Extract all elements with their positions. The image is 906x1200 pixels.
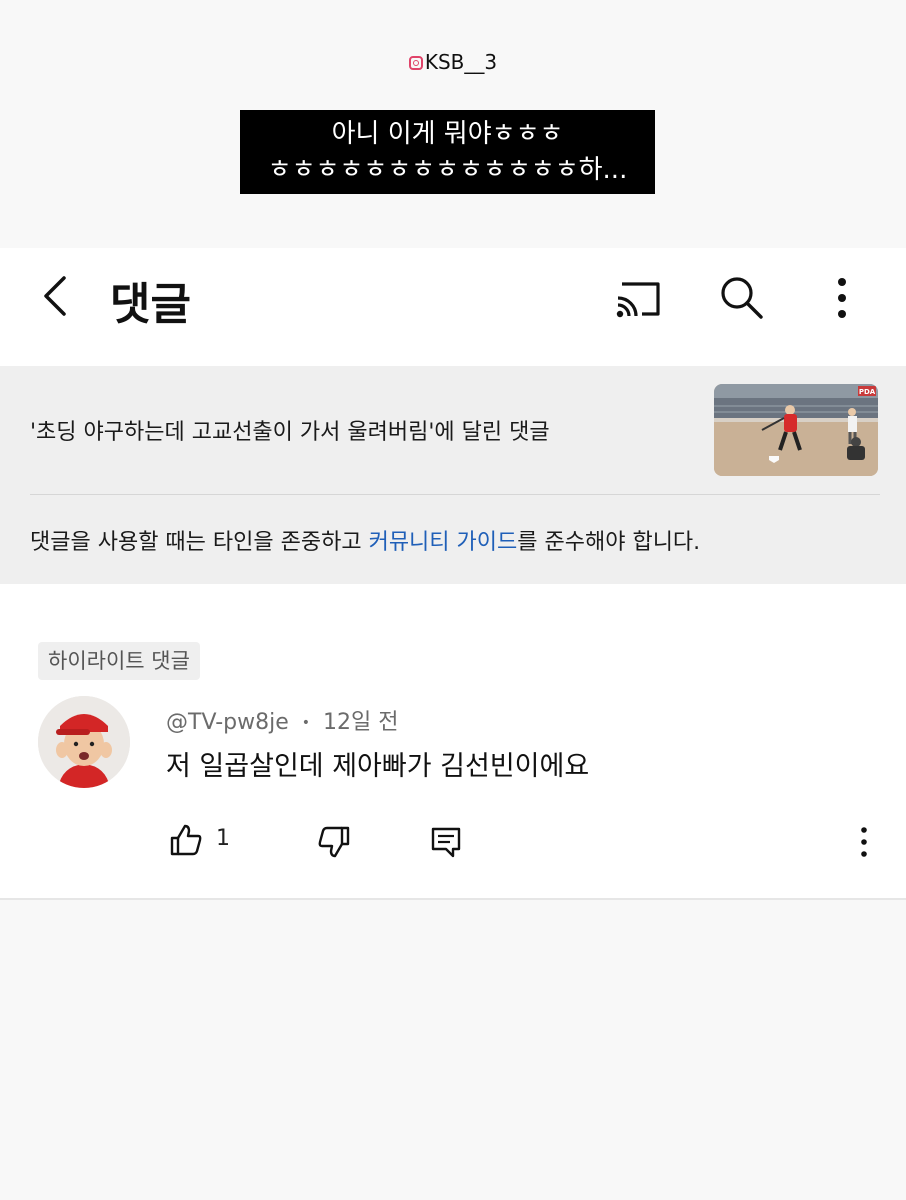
video-info-panel: '초딩 야구하는데 고교선출이 가서 울려버림'에 달린 댓글 PDA 댓글을 …	[0, 366, 906, 584]
video-title-line[interactable]: '초딩 야구하는데 고교선출이 가서 울려버림'에 달린 댓글	[30, 414, 550, 446]
community-guidelines-link[interactable]: 커뮤니티 가이드	[369, 530, 518, 555]
story-handle: KSB__3	[0, 50, 906, 74]
comment-text: 저 일곱살인데 제아빠가 김선빈이에요	[166, 751, 590, 782]
comment-more-icon[interactable]	[846, 822, 882, 862]
guide-prefix: 댓글을 사용할 때는 타인을 존중하고	[30, 530, 369, 555]
comments-screen: 댓글 '초딩 야구하는데 고교선출이 가서 울려버림'에 달린 댓글 PDA 댓…	[0, 248, 906, 900]
caption-line-2: ㅎㅎㅎㅎㅎㅎㅎㅎㅎㅎㅎㅎㅎ하...	[267, 155, 628, 185]
comment-author[interactable]: @TV-pw8je	[166, 710, 289, 735]
bottom-divider	[0, 898, 906, 900]
story-caption: 아니 이게 뭐야ㅎㅎㅎ ㅎㅎㅎㅎㅎㅎㅎㅎㅎㅎㅎㅎㅎ하...	[240, 110, 655, 194]
avatar[interactable]	[38, 696, 130, 788]
video-thumbnail[interactable]: PDA	[714, 384, 878, 476]
thumbnail-badge: PDA	[859, 388, 876, 396]
like-count: 1	[216, 826, 230, 851]
highlighted-comment-badge: 하이라이트 댓글	[38, 642, 200, 680]
caption-line-1: 아니 이게 뭐야ㅎㅎㅎ	[331, 119, 564, 149]
back-icon[interactable]	[34, 272, 82, 320]
cast-icon[interactable]	[612, 272, 664, 324]
top-bar: 댓글	[0, 248, 906, 366]
guide-suffix: 를 준수해야 합니다.	[517, 530, 701, 555]
community-guide-notice: 댓글을 사용할 때는 타인을 존중하고 커뮤니티 가이드를 준수해야 합니다.	[30, 524, 700, 556]
meta-separator: •	[301, 715, 311, 731]
thumb-up-icon	[170, 824, 202, 856]
divider	[30, 494, 880, 495]
comment-list: 하이라이트 댓글 @TV-pw8je • 12일 전 저 일곱살인데 제아빠가 …	[0, 584, 906, 900]
comment-meta: @TV-pw8je • 12일 전	[166, 704, 398, 736]
like-button[interactable]: 1	[168, 822, 258, 862]
more-vert-icon[interactable]	[816, 272, 868, 324]
instagram-icon	[408, 56, 423, 70]
comment-time: 12일 전	[323, 710, 399, 735]
reply-icon[interactable]	[428, 822, 464, 862]
thumb-down-icon[interactable]	[316, 822, 352, 862]
search-icon[interactable]	[716, 272, 768, 324]
story-handle-text: KSB__3	[424, 50, 498, 74]
page-title: 댓글	[110, 279, 191, 330]
